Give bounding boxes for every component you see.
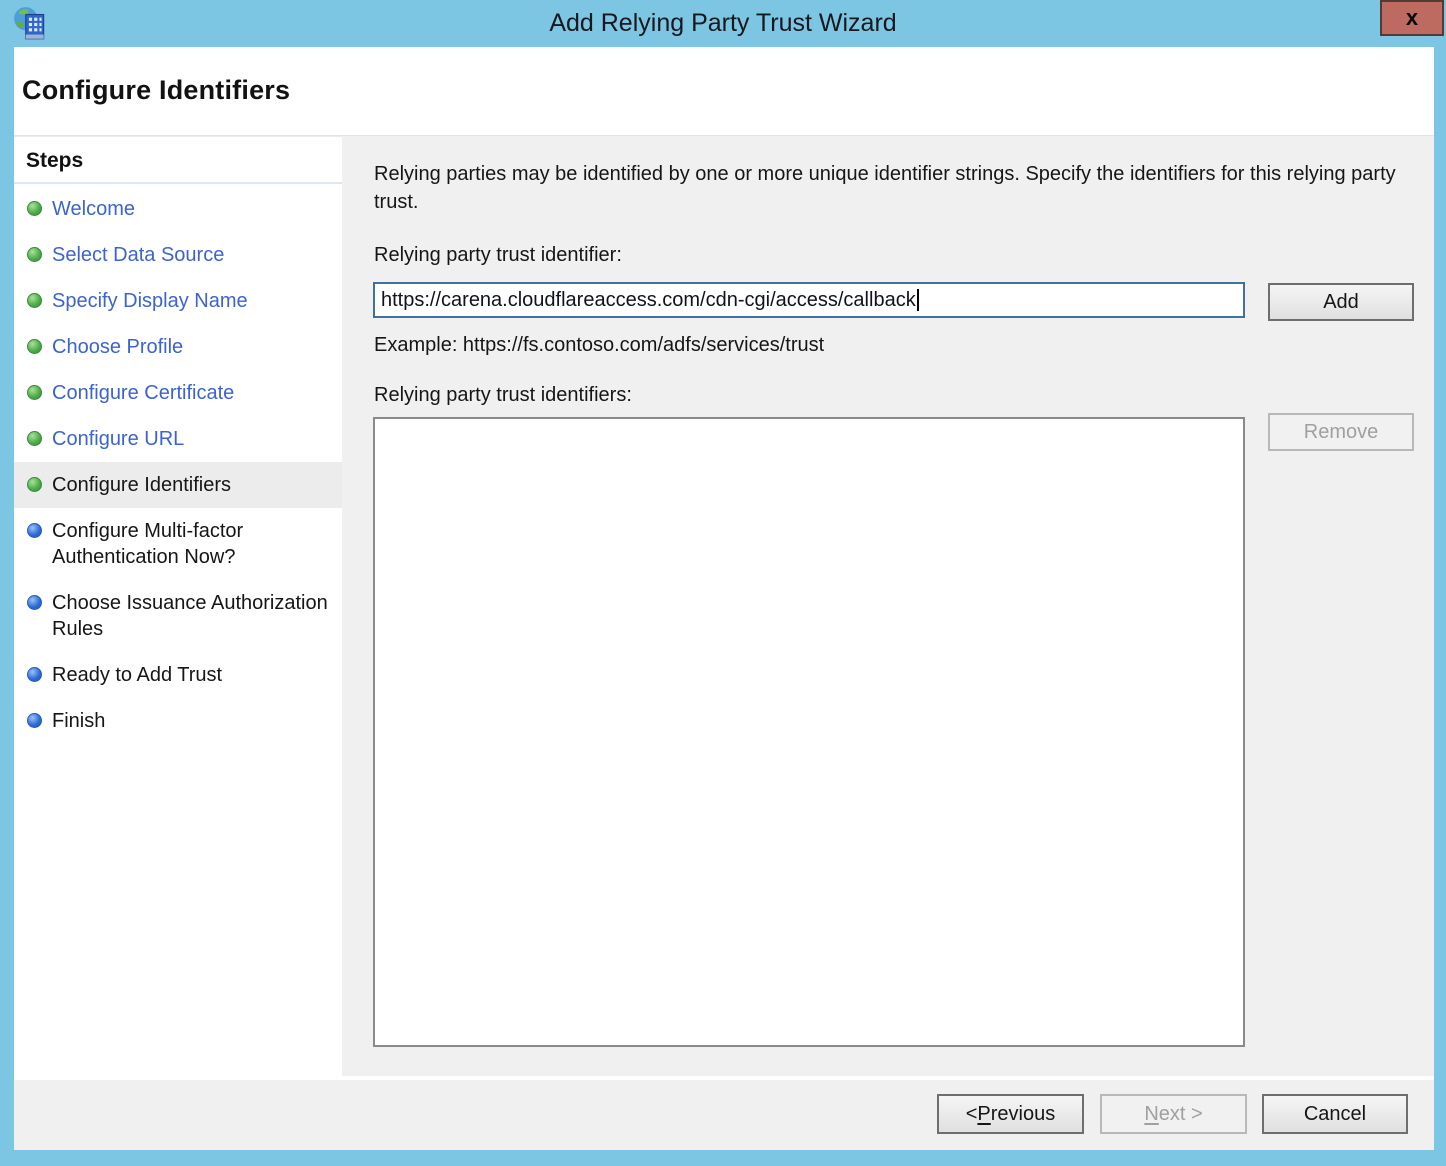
step-pending-icon bbox=[27, 667, 42, 682]
sidebar-item-configure-certificate[interactable]: Configure Certificate bbox=[14, 370, 342, 416]
sidebar-item-configure-identifiers: Configure Identifiers bbox=[14, 462, 342, 508]
previous-button[interactable]: < Previous bbox=[937, 1094, 1084, 1134]
remove-button[interactable]: Remove bbox=[1268, 413, 1414, 451]
step-pending-icon bbox=[27, 713, 42, 728]
next-button[interactable]: Next > bbox=[1100, 1094, 1247, 1134]
footer-bar: < Previous Next > Cancel bbox=[14, 1080, 1434, 1150]
steps-sidebar: Steps Welcome Select Data Source Specify D… bbox=[14, 136, 342, 1080]
sidebar-item-specify-display-name[interactable]: Specify Display Name bbox=[14, 278, 342, 324]
sidebar-item-label: Finish bbox=[52, 708, 105, 734]
step-complete-icon bbox=[27, 385, 42, 400]
sidebar-item-choose-profile[interactable]: Choose Profile bbox=[14, 324, 342, 370]
steps-heading: Steps bbox=[14, 137, 342, 173]
instruction-text: Relying parties may be identified by one… bbox=[374, 160, 1406, 216]
example-text: Example: https://fs.contoso.com/adfs/ser… bbox=[374, 334, 824, 357]
step-complete-icon bbox=[27, 247, 42, 262]
add-button[interactable]: Add bbox=[1268, 283, 1414, 321]
sidebar-item-label: Welcome bbox=[52, 196, 135, 222]
identifiers-listbox[interactable] bbox=[373, 417, 1245, 1047]
sidebar-item-label: Configure Identifiers bbox=[52, 472, 231, 498]
sidebar-item-configure-multi-factor-authentication-now: Configure Multi-factor Authentication No… bbox=[14, 508, 342, 580]
step-complete-icon bbox=[27, 339, 42, 354]
close-button[interactable]: x bbox=[1380, 0, 1444, 36]
sidebar-item-label: Select Data Source bbox=[52, 242, 224, 268]
cancel-button[interactable]: Cancel bbox=[1262, 1094, 1408, 1134]
wizard-window: Add Relying Party Trust Wizard x Configu… bbox=[0, 0, 1446, 1166]
steps-separator bbox=[14, 182, 342, 184]
step-complete-icon bbox=[27, 477, 42, 492]
client-area: Configure Identifiers Steps Welcome Selec… bbox=[14, 47, 1434, 1150]
step-complete-icon bbox=[27, 201, 42, 216]
identifier-field-label: Relying party trust identifier: bbox=[374, 244, 622, 267]
sidebar-item-label: Specify Display Name bbox=[52, 288, 248, 314]
sidebar-item-ready-to-add-trust: Ready to Add Trust bbox=[14, 652, 342, 698]
step-pending-icon bbox=[27, 523, 42, 538]
sidebar-item-label: Configure Certificate bbox=[52, 380, 234, 406]
sidebar-item-label: Configure Multi-factor Authentication No… bbox=[52, 518, 334, 570]
identifier-input[interactable]: https://carena.cloudflareaccess.com/cdn-… bbox=[373, 282, 1245, 318]
sidebar-item-choose-issuance-authorization-rules: Choose Issuance Authorization Rules bbox=[14, 580, 342, 652]
identifier-input-value: https://carena.cloudflareaccess.com/cdn-… bbox=[381, 289, 916, 312]
sidebar-item-select-data-source[interactable]: Select Data Source bbox=[14, 232, 342, 278]
step-complete-icon bbox=[27, 431, 42, 446]
steps-list: Welcome Select Data Source Specify Display… bbox=[14, 186, 342, 744]
page-title: Configure Identifiers bbox=[22, 75, 290, 106]
window-title: Add Relying Party Trust Wizard bbox=[0, 0, 1446, 47]
title-bar: Add Relying Party Trust Wizard x bbox=[0, 0, 1446, 47]
identifiers-list-label: Relying party trust identifiers: bbox=[374, 384, 632, 407]
step-complete-icon bbox=[27, 293, 42, 308]
sidebar-item-finish: Finish bbox=[14, 698, 342, 744]
sidebar-item-welcome[interactable]: Welcome bbox=[14, 186, 342, 232]
content-pane: Relying parties may be identified by one… bbox=[342, 136, 1434, 1076]
sidebar-item-label: Choose Issuance Authorization Rules bbox=[52, 590, 334, 642]
sidebar-item-label: Ready to Add Trust bbox=[52, 662, 222, 688]
sidebar-item-configure-url[interactable]: Configure URL bbox=[14, 416, 342, 462]
sidebar-item-label: Choose Profile bbox=[52, 334, 183, 360]
text-cursor bbox=[917, 289, 919, 311]
step-pending-icon bbox=[27, 595, 42, 610]
sidebar-item-label: Configure URL bbox=[52, 426, 184, 452]
